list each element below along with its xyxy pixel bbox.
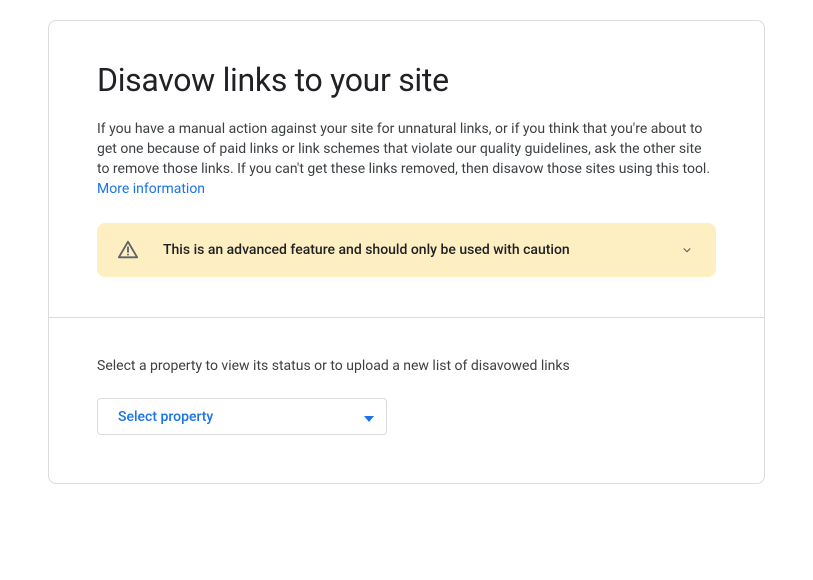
property-section: Select a property to view its status or … [49, 317, 764, 483]
disavow-card: Disavow links to your site If you have a… [48, 20, 765, 484]
warning-message: This is an advanced feature and should o… [163, 242, 654, 258]
card-header-section: Disavow links to your site If you have a… [49, 21, 764, 277]
warning-icon [117, 239, 139, 261]
warning-banner[interactable]: This is an advanced feature and should o… [97, 223, 716, 277]
select-property-dropdown[interactable]: Select property [97, 398, 387, 435]
dropdown-label: Select property [118, 409, 213, 425]
chevron-down-icon [678, 241, 696, 259]
more-information-link[interactable]: More information [97, 181, 205, 197]
description-body: If you have a manual action against your… [97, 121, 710, 177]
description-text: If you have a manual action against your… [97, 119, 716, 199]
instruction-text: Select a property to view its status or … [97, 358, 716, 374]
page-title: Disavow links to your site [97, 61, 716, 99]
dropdown-arrow-icon [364, 407, 374, 426]
